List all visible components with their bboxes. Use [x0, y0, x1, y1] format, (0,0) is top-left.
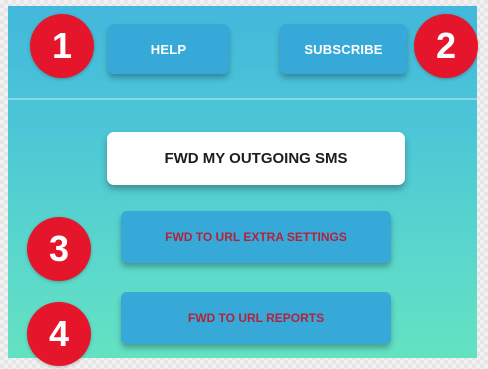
- header-divider: [8, 98, 477, 100]
- badge-1-number: 1: [51, 25, 73, 66]
- help-button-label: HELP: [150, 41, 187, 57]
- badge-2-number: 2: [435, 25, 457, 66]
- fwd-outgoing-sms-button[interactable]: FWD MY OUTGOING SMS: [107, 132, 405, 185]
- subscribe-button-label: SUBSCRIBE: [304, 41, 383, 57]
- annotation-badge-1: 1: [30, 14, 94, 78]
- fwd-url-reports-button[interactable]: FWD TO URL REPORTS: [121, 292, 391, 344]
- help-button[interactable]: HELP: [108, 24, 229, 74]
- fwd-outgoing-sms-label: FWD MY OUTGOING SMS: [164, 150, 348, 167]
- badge-4-number: 4: [48, 313, 70, 354]
- badge-3-number: 3: [48, 228, 70, 269]
- fwd-url-extra-settings-button[interactable]: FWD TO URL EXTRA SETTINGS: [121, 211, 391, 263]
- subscribe-button[interactable]: SUBSCRIBE: [280, 24, 407, 74]
- annotation-badge-2: 2: [414, 14, 478, 78]
- annotation-badge-4: 4: [27, 302, 91, 366]
- fwd-url-extra-settings-label: FWD TO URL EXTRA SETTINGS: [165, 230, 347, 244]
- annotation-badge-3: 3: [27, 217, 91, 281]
- fwd-url-reports-label: FWD TO URL REPORTS: [187, 311, 325, 325]
